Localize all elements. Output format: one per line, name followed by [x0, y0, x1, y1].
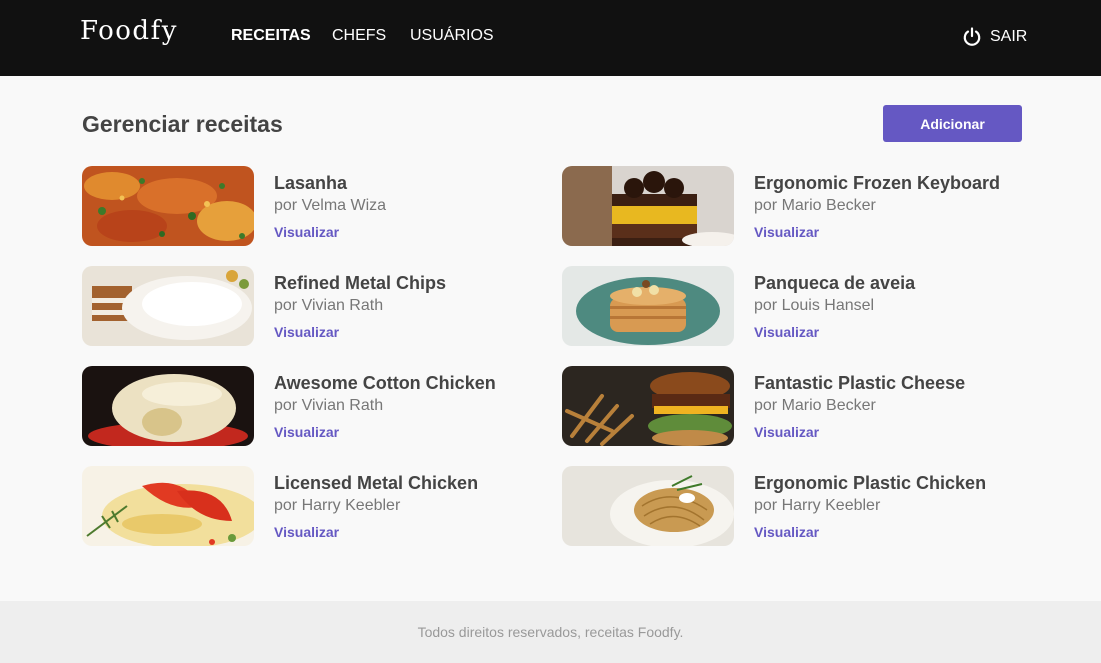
recipe-author: por Mario Becker — [754, 197, 876, 214]
logout-button[interactable]: SAIR — [962, 26, 1027, 48]
recipe-author: por Velma Wiza — [274, 197, 387, 214]
recipe-image — [562, 366, 734, 446]
recipe-title: Fantastic Plastic Cheese — [754, 373, 966, 393]
recipe-title: Licensed Metal Chicken — [274, 473, 479, 493]
view-recipe-link[interactable]: Visualizar — [274, 424, 339, 440]
recipe-image — [82, 166, 254, 246]
recipe-image — [82, 466, 254, 546]
add-recipe-button[interactable]: Adicionar — [883, 105, 1022, 142]
recipe-author: por Harry Keebler — [754, 497, 881, 514]
page-footer: Todos direitos reservados, receitas Food… — [0, 601, 1101, 663]
recipe-card: Lasanha por Velma Wiza Visualizar — [82, 166, 502, 246]
recipe-card: Licensed Metal Chicken por Harry Keebler… — [82, 466, 502, 546]
recipe-author: por Harry Keebler — [274, 497, 401, 514]
view-recipe-link[interactable]: Visualizar — [754, 324, 819, 340]
logout-label: SAIR — [990, 28, 1028, 45]
view-recipe-link[interactable]: Visualizar — [274, 324, 339, 340]
recipe-image — [82, 266, 254, 346]
nav-item-receitas[interactable]: RECEITAS — [231, 27, 311, 45]
recipe-image — [562, 466, 734, 546]
recipe-card: Panqueca de aveia por Louis Hansel Visua… — [562, 266, 982, 346]
view-recipe-link[interactable]: Visualizar — [274, 224, 339, 240]
recipe-title: Ergonomic Frozen Keyboard — [754, 173, 1001, 193]
view-recipe-link[interactable]: Visualizar — [754, 524, 819, 540]
view-recipe-link[interactable]: Visualizar — [754, 424, 819, 440]
recipe-card: Ergonomic Frozen Keyboard por Mario Beck… — [562, 166, 1000, 246]
nav-item-chefs[interactable]: CHEFS — [332, 27, 386, 45]
recipe-title: Refined Metal Chips — [274, 273, 447, 293]
recipe-title: Panqueca de aveia — [754, 273, 916, 293]
recipe-card: Awesome Cotton Chicken por Vivian Rath V… — [82, 366, 502, 446]
view-recipe-link[interactable]: Visualizar — [754, 224, 819, 240]
recipe-author: por Vivian Rath — [274, 297, 384, 314]
view-recipe-link[interactable]: Visualizar — [274, 524, 339, 540]
recipe-title: Ergonomic Plastic Chicken — [754, 473, 987, 493]
page-title: Gerenciar receitas — [82, 111, 283, 137]
foodfy-logo[interactable]: Foodfy — [80, 16, 178, 46]
recipe-card: Ergonomic Plastic Chicken por Harry Keeb… — [562, 466, 986, 546]
top-header: Foodfy RECEITAS CHEFS USUÁRIOS SAIR — [0, 0, 1101, 76]
recipe-title: Lasanha — [274, 173, 348, 193]
recipe-card: Refined Metal Chips por Vivian Rath Visu… — [82, 266, 502, 346]
power-icon — [963, 27, 981, 46]
recipe-title: Awesome Cotton Chicken — [274, 373, 496, 393]
recipe-image — [562, 266, 734, 346]
nav-item-usuarios[interactable]: USUÁRIOS — [410, 27, 494, 45]
recipe-image — [82, 366, 254, 446]
recipe-author: por Mario Becker — [754, 397, 876, 414]
recipe-card: Fantastic Plastic Cheese por Mario Becke… — [562, 366, 982, 446]
recipe-author: por Louis Hansel — [754, 297, 875, 314]
footer-text: Todos direitos reservados, receitas Food… — [417, 624, 684, 640]
recipe-author: por Vivian Rath — [274, 397, 384, 414]
recipe-image — [562, 166, 734, 246]
